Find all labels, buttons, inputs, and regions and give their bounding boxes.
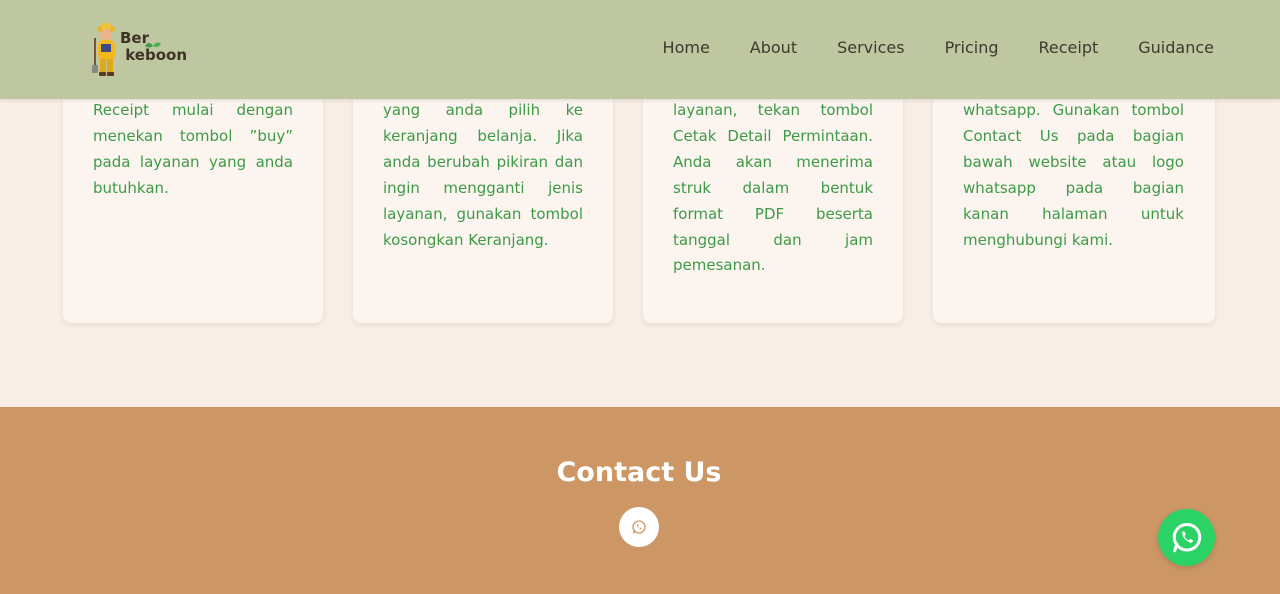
whatsapp-icon bbox=[632, 520, 646, 534]
nav-about[interactable]: About bbox=[750, 38, 797, 57]
whatsapp-icon bbox=[1172, 522, 1201, 552]
contact-title: Contact Us bbox=[556, 457, 722, 488]
nav-services[interactable]: Services bbox=[837, 38, 904, 57]
contact-section: Contact Us bbox=[0, 407, 1280, 594]
farmer-mascot-icon bbox=[92, 23, 115, 76]
guidance-card-text: Receipt mulai dengan menekan tombol ”buy… bbox=[93, 101, 293, 197]
nav-pricing[interactable]: Pricing bbox=[945, 38, 999, 57]
nav-home[interactable]: Home bbox=[663, 38, 710, 57]
main-navigation: Home About Services Pricing Receipt Guid… bbox=[623, 38, 1214, 57]
guidance-card-text: whatsapp. Gunakan tombol Contact Us pada… bbox=[963, 101, 1184, 249]
contact-whatsapp-button[interactable] bbox=[619, 507, 659, 547]
nav-guidance[interactable]: Guidance bbox=[1138, 38, 1214, 57]
leaf-icon bbox=[145, 42, 161, 48]
guidance-card-text: yang anda pilih ke keranjang belanja. Ji… bbox=[383, 101, 583, 249]
site-header: Ber keboon Home About Services Pricing R… bbox=[0, 0, 1280, 99]
berkeboon-logo[interactable]: Ber keboon bbox=[92, 20, 187, 78]
nav-receipt[interactable]: Receipt bbox=[1039, 38, 1099, 57]
floating-whatsapp-button[interactable] bbox=[1158, 509, 1215, 566]
guidance-card-text: layanan, tekan tombol Cetak Detail Permi… bbox=[673, 101, 873, 275]
